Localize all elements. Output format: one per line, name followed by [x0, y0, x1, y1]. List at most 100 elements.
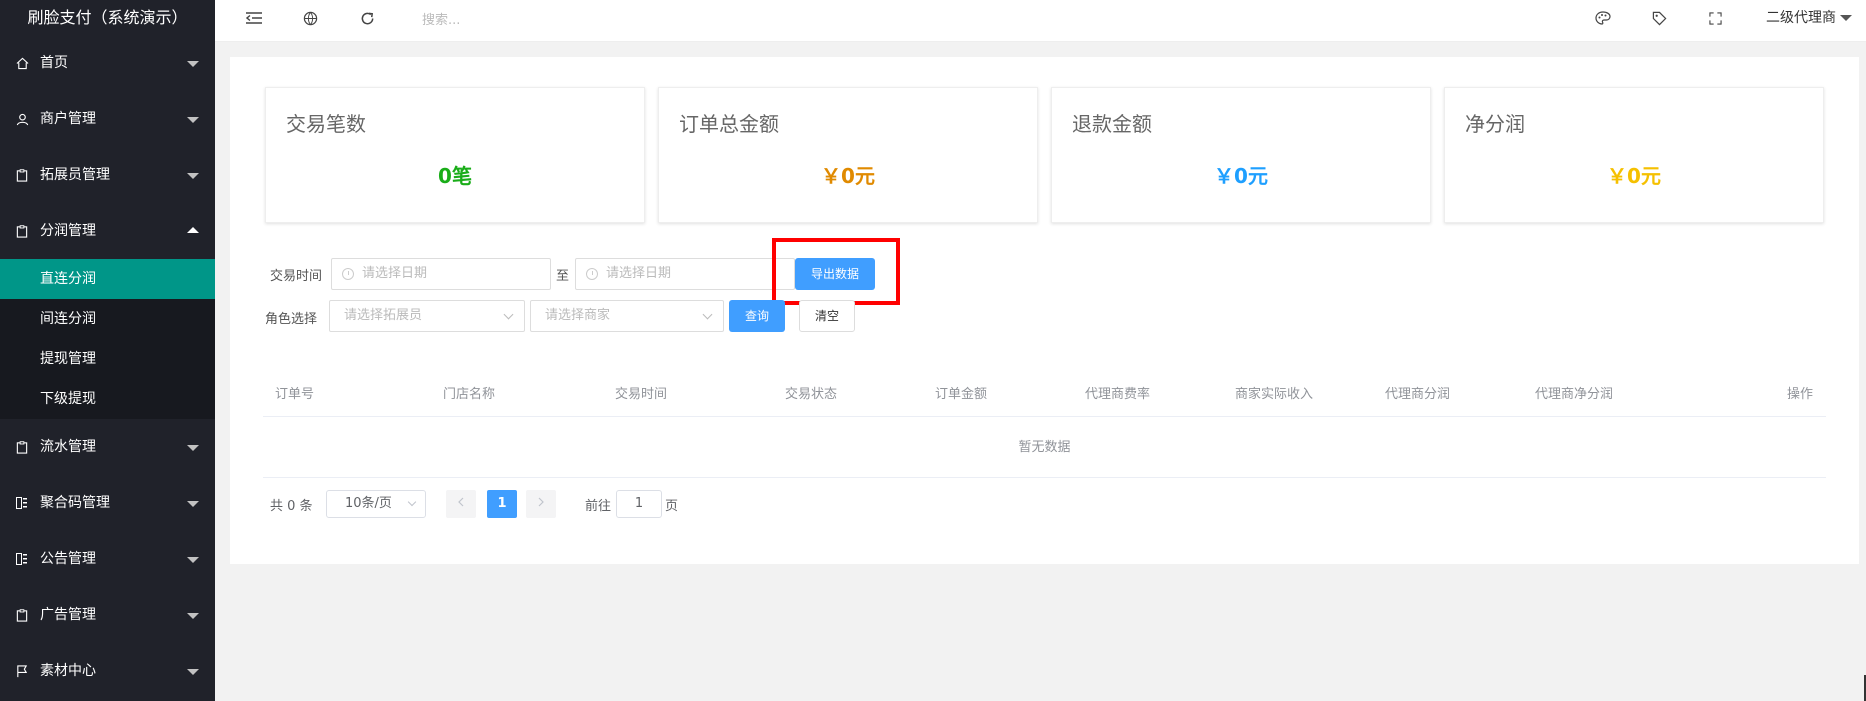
column-header: 订单金额: [935, 387, 988, 402]
chevron-down-icon: [187, 669, 199, 675]
sidebar-item-label: 商户管理: [40, 111, 96, 127]
sidebar-subitem-indirect-profit[interactable]: 间连分润: [0, 299, 215, 339]
stat-value: ￥0元: [1607, 164, 1661, 188]
sidebar-item-label: 首页: [40, 55, 68, 71]
home-icon: [14, 35, 30, 91]
end-date-input[interactable]: 请选择日期: [575, 258, 795, 290]
column-header: 交易时间: [615, 387, 668, 402]
chevron-down-icon: [503, 309, 514, 320]
chevron-up-icon: [187, 227, 199, 233]
app-title: 刷脸支付（系统演示）: [0, 0, 215, 35]
column-header: 代理商分润: [1385, 387, 1451, 402]
column-header: 订单号: [275, 387, 315, 402]
chevron-down-icon: [407, 497, 417, 507]
stat-title: 退款金额: [1072, 112, 1152, 136]
sidebar-subitem-direct-profit[interactable]: 直连分润: [0, 259, 215, 299]
stat-value: ￥0元: [821, 164, 875, 188]
subnav-profit-sharing: 直连分润 间连分润 提现管理 下级提现: [0, 259, 215, 419]
column-header: 操作: [1787, 387, 1814, 402]
page-size-select[interactable]: 10条/页: [326, 490, 426, 518]
top-header: 搜索... 二级代理商: [215, 0, 1866, 42]
goto-label: 前往: [585, 499, 612, 514]
sidebar-item-label: 素材中心: [40, 663, 96, 679]
sidebar-subitem-withdrawal[interactable]: 提现管理: [0, 339, 215, 379]
to-label: 至: [556, 269, 570, 284]
chevron-down-icon: [187, 613, 199, 619]
next-page-button[interactable]: [526, 490, 556, 518]
qrcode-icon: [14, 531, 30, 587]
sidebar-item-ads[interactable]: 广告管理: [0, 587, 215, 643]
stat-card-order-total: 订单总金额 ￥0元: [658, 87, 1038, 223]
promoter-select[interactable]: 请选择拓展员: [329, 300, 525, 332]
total-count: 共 0 条: [270, 499, 313, 514]
merchant-select[interactable]: 请选择商家: [530, 300, 724, 332]
chevron-down-icon: [187, 61, 199, 67]
clear-button[interactable]: 清空: [799, 300, 855, 332]
start-date-input[interactable]: 请选择日期: [331, 258, 551, 290]
user-name: 二级代理商: [1766, 10, 1836, 26]
clipboard-icon: [14, 419, 30, 475]
page-unit-label: 页: [665, 499, 679, 514]
stat-card-transactions: 交易笔数 0笔: [265, 87, 645, 223]
page-number-button[interactable]: 1: [487, 490, 517, 518]
chevron-down-icon: [187, 117, 199, 123]
sidebar-subitem-sub-withdrawal[interactable]: 下级提现: [0, 379, 215, 419]
stat-card-refund: 退款金额 ￥0元: [1051, 87, 1431, 223]
sidebar: 刷脸支付（系统演示） 首页 商户管理 拓展员管理 分润管理 直连分润 间连分润 …: [0, 0, 215, 701]
query-button[interactable]: 查询: [729, 300, 785, 332]
stat-card-net-profit: 净分润 ￥0元: [1444, 87, 1824, 223]
sidebar-item-label: 分润管理: [40, 223, 96, 239]
empty-state: 暂无数据: [263, 418, 1826, 478]
stat-value: ￥0元: [1214, 164, 1268, 188]
chevron-down-icon: [187, 173, 199, 179]
sidebar-item-aggregate-code[interactable]: 聚合码管理: [0, 475, 215, 531]
globe-icon[interactable]: [298, 0, 322, 36]
prev-page-button[interactable]: [446, 490, 476, 518]
column-header: 代理商净分润: [1535, 387, 1614, 402]
chevron-down-icon: [187, 557, 199, 563]
refresh-icon[interactable]: [355, 0, 379, 36]
goto-page-input[interactable]: 1: [616, 490, 662, 518]
clock-icon: [342, 268, 354, 280]
chevron-down-icon: [187, 445, 199, 451]
sidebar-item-promoters[interactable]: 拓展员管理: [0, 147, 215, 203]
stat-title: 交易笔数: [286, 112, 366, 136]
flag-icon: [14, 643, 30, 699]
trade-time-label: 交易时间: [270, 269, 323, 284]
column-header: 交易状态: [785, 387, 838, 402]
sidebar-item-label: 流水管理: [40, 439, 96, 455]
fullscreen-icon[interactable]: [1703, 0, 1727, 36]
column-header: 门店名称: [443, 387, 496, 402]
column-header: 商家实际收入: [1235, 387, 1314, 402]
user-icon: [14, 91, 30, 147]
chevron-down-icon: [702, 309, 713, 320]
collapse-menu-icon[interactable]: [242, 0, 266, 36]
chevron-down-icon: [187, 501, 199, 507]
stat-value: 0笔: [438, 164, 472, 188]
tag-icon[interactable]: [1647, 0, 1671, 36]
sidebar-item-label: 拓展员管理: [40, 167, 110, 183]
stat-title: 订单总金额: [679, 112, 779, 136]
sidebar-item-label: 聚合码管理: [40, 495, 110, 511]
sidebar-item-transactions[interactable]: 流水管理: [0, 419, 215, 475]
clipboard-icon: [14, 203, 30, 259]
clipboard-icon: [14, 147, 30, 203]
sidebar-item-label: 广告管理: [40, 607, 96, 623]
chevron-down-icon: [1840, 15, 1852, 21]
stat-title: 净分润: [1465, 112, 1525, 136]
table-header: 订单号 门店名称 交易时间 交易状态 订单金额 代理商费率 商家实际收入 代理商…: [263, 372, 1826, 417]
user-menu[interactable]: 二级代理商: [1766, 0, 1852, 36]
highlight-box: [772, 238, 900, 305]
role-select-label: 角色选择: [265, 312, 318, 327]
sidebar-item-label: 公告管理: [40, 551, 96, 567]
theme-palette-icon[interactable]: [1591, 0, 1615, 36]
sidebar-item-merchants[interactable]: 商户管理: [0, 91, 215, 147]
sidebar-item-announcements[interactable]: 公告管理: [0, 531, 215, 587]
sidebar-item-home[interactable]: 首页: [0, 35, 215, 91]
sidebar-item-profit-sharing[interactable]: 分润管理: [0, 203, 215, 259]
sidebar-item-materials[interactable]: 素材中心: [0, 643, 215, 699]
search-input[interactable]: 搜索...: [422, 9, 460, 28]
qrcode-icon: [14, 475, 30, 531]
clock-icon: [586, 268, 598, 280]
column-header: 代理商费率: [1085, 387, 1151, 402]
